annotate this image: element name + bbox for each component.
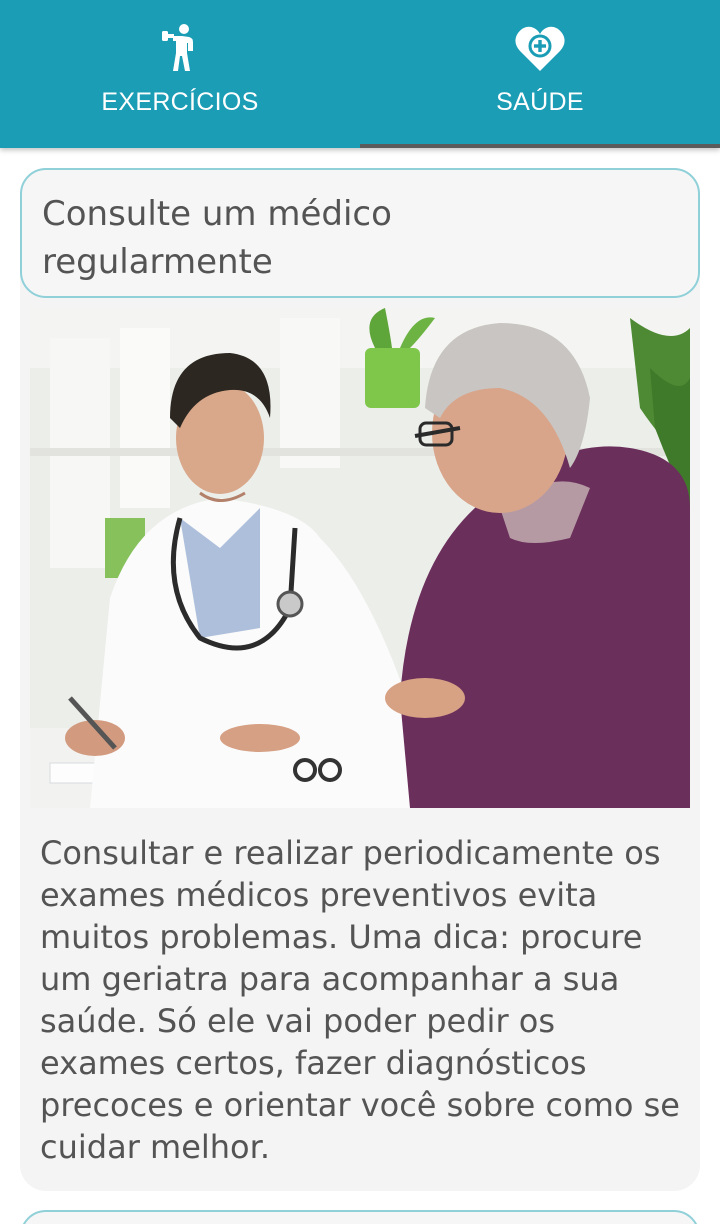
- exercise-person-icon: [160, 22, 200, 74]
- tab-bar: EXERCÍCIOS SAÚDE: [0, 0, 720, 148]
- doctor-patient-photo: [30, 308, 690, 808]
- heart-plus-icon: [514, 22, 566, 74]
- tip-card: Consulte um médico regularmente Consulta…: [20, 168, 700, 1191]
- card-title-box: Consulte um médico regularmente: [20, 168, 700, 298]
- tab-label: SAÚDE: [496, 88, 584, 116]
- next-tip-card: [20, 1210, 700, 1224]
- card-body-text: Consultar e realizar periodicamente os e…: [40, 834, 680, 1166]
- selected-tab-indicator: [360, 144, 720, 148]
- scroll-content[interactable]: Consulte um médico regularmente Consulta…: [0, 148, 720, 1224]
- tab-saude[interactable]: SAÚDE: [360, 0, 720, 148]
- tab-label: EXERCÍCIOS: [101, 88, 259, 116]
- tab-exercicios[interactable]: EXERCÍCIOS: [0, 0, 360, 148]
- card-title: Consulte um médico regularmente: [42, 194, 392, 282]
